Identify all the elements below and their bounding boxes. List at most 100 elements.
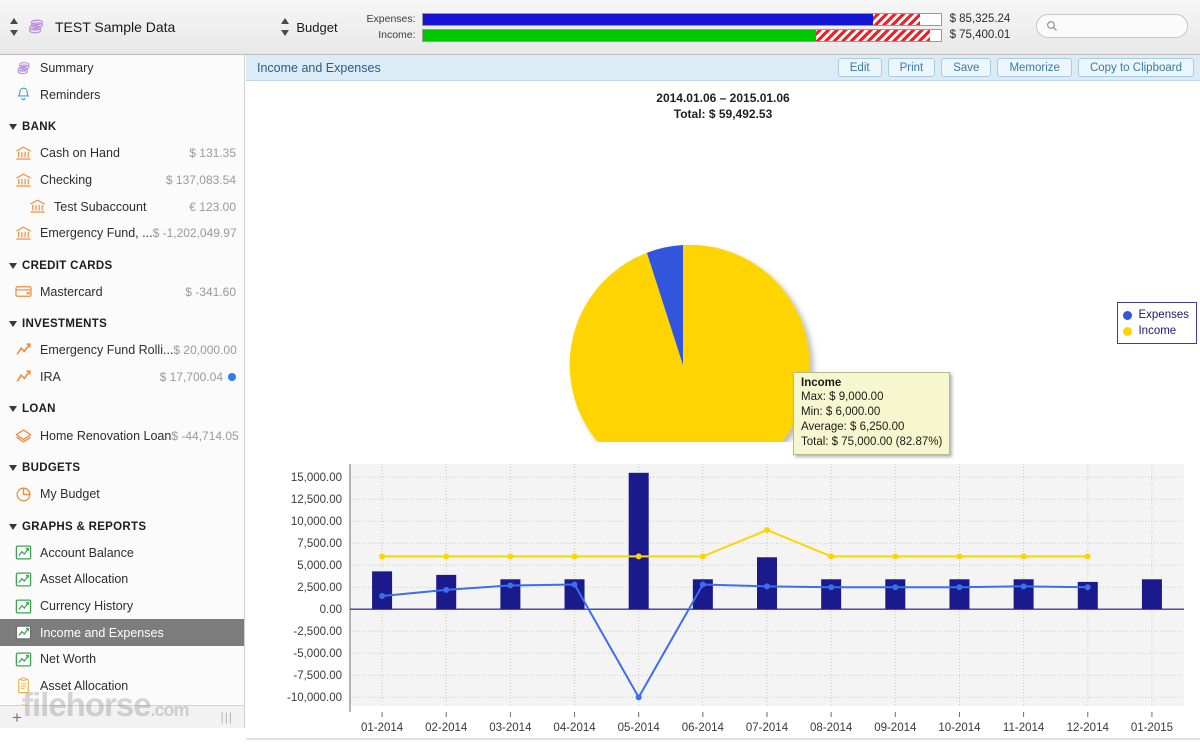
file-stepper-icon[interactable] <box>10 17 19 37</box>
sidebar-item-label: Mastercard <box>40 284 103 299</box>
chart-bar[interactable] <box>757 557 777 610</box>
sidebar-item-summary[interactable]: Summary <box>0 55 244 82</box>
chart-point-income[interactable] <box>507 553 514 560</box>
sidebar-group-investments[interactable]: INVESTMENTS <box>0 311 244 337</box>
chart-point-expenses[interactable] <box>1084 584 1091 591</box>
copy-to-clipboard-button[interactable]: Copy to Clipboard <box>1077 58 1194 77</box>
chart-point-expenses[interactable] <box>443 587 450 594</box>
chart-point-income[interactable] <box>956 553 963 560</box>
expenses-bar-fill <box>422 13 874 25</box>
search-box[interactable] <box>1036 14 1188 38</box>
search-container <box>1036 14 1188 38</box>
x-axis-tick-label: 04-2014 <box>553 722 596 734</box>
sidebar-group-budgets[interactable]: BUDGETS <box>0 455 244 481</box>
resize-grip-icon[interactable]: ||| <box>221 710 233 724</box>
chart-bar[interactable] <box>372 571 393 610</box>
sidebar-item-label: Emergency Fund Rolli... <box>40 343 174 358</box>
search-input[interactable] <box>1063 19 1183 33</box>
legend-item-expenses[interactable]: Expenses <box>1123 307 1189 323</box>
sidebar-item-emergency-fund[interactable]: Emergency Fund, ... $ -1,202,049.97 <box>0 220 244 247</box>
chart-point-income[interactable] <box>699 553 706 560</box>
chart-point-income[interactable] <box>1084 553 1091 560</box>
chart-point-expenses[interactable] <box>892 584 899 591</box>
pie-slice-income[interactable] <box>569 245 810 443</box>
chevron-down-icon <box>9 523 17 530</box>
report-date-range: 2014.01.06 – 2015.01.06 <box>656 91 790 105</box>
sidebar-item-reminders[interactable]: Reminders <box>0 82 244 109</box>
sidebar-item-ira[interactable]: IRA $ 17,700.04 <box>0 364 244 391</box>
y-axis-tick-label: 12,500.00 <box>291 495 342 507</box>
x-axis-tick-label: 11-2014 <box>1003 722 1045 734</box>
chart-point-expenses[interactable] <box>828 584 835 591</box>
chart-point-income[interactable] <box>828 553 835 560</box>
sidebar-item-amount: $ -44,714.05 <box>171 428 239 443</box>
y-axis-tick-label: -10,000.00 <box>287 693 342 705</box>
graph-icon <box>15 599 32 613</box>
legend-item-income[interactable]: Income <box>1123 323 1189 339</box>
budget-bar-row: Income: $ 75,400.01 <box>354 28 1030 42</box>
chevron-down-icon <box>9 406 17 413</box>
chart-point-income[interactable] <box>443 553 450 560</box>
print-button[interactable]: Print <box>887 58 936 77</box>
sidebar-item-test-subaccount[interactable]: Test Subaccount € 123.00 <box>0 193 244 220</box>
chart-point-income[interactable] <box>764 527 770 534</box>
chart-bar[interactable] <box>949 579 970 610</box>
sidebar-item-mastercard[interactable]: Mastercard $ -341.60 <box>0 279 244 306</box>
x-axis-tick-label: 03-2014 <box>489 722 532 734</box>
sidebar-group-loan[interactable]: LOAN <box>0 396 244 422</box>
chart-bar[interactable] <box>628 473 649 610</box>
chart-point-expenses[interactable] <box>764 583 770 590</box>
chart-point-income[interactable] <box>571 553 578 560</box>
file-title[interactable]: TEST Sample Data <box>55 19 175 35</box>
sidebar-item-amount: $ 20,000.00 <box>173 343 237 358</box>
chart-point-expenses[interactable] <box>571 581 578 588</box>
sidebar-group-bank[interactable]: BANK <box>0 114 244 140</box>
chart-point-expenses[interactable] <box>507 582 514 589</box>
sidebar-item-checking[interactable]: Checking $ 137,083.54 <box>0 167 244 194</box>
sidebar-item-net-worth[interactable]: Net Worth <box>0 646 244 673</box>
y-axis-tick-label: -5,000.00 <box>293 649 342 661</box>
x-axis-tick-label: 06-2014 <box>682 722 725 734</box>
x-axis-tick-label: 09-2014 <box>874 722 917 734</box>
budget-stepper-icon[interactable] <box>281 17 290 37</box>
sidebar-item-emergency-fund-rollover[interactable]: Emergency Fund Rolli... $ 20,000.00 <box>0 337 244 364</box>
chart-point-income[interactable] <box>379 553 386 560</box>
sidebar-item-home-renovation-loan[interactable]: Home Renovation Loan $ -44,714.05 <box>0 422 244 449</box>
graph-icon <box>15 652 32 667</box>
add-account-button[interactable]: + <box>12 709 22 726</box>
sidebar-item-asset-allocation-graph[interactable]: Asset Allocation <box>0 566 244 593</box>
income-bar-track <box>421 28 942 42</box>
chart-point-expenses[interactable] <box>379 593 386 600</box>
save-button[interactable]: Save <box>941 58 992 77</box>
sidebar-item-my-budget[interactable]: My Budget <box>0 481 244 508</box>
chart-point-expenses[interactable] <box>635 694 642 701</box>
sidebar-item-currency-history[interactable]: Currency History <box>0 593 244 620</box>
chart-bar[interactable] <box>1141 579 1162 610</box>
memorize-button[interactable]: Memorize <box>997 58 1072 77</box>
budget-selector[interactable]: Budget <box>271 17 338 37</box>
pie-chart[interactable] <box>246 122 1200 443</box>
chart-point-expenses[interactable] <box>699 581 706 588</box>
chart-bar[interactable] <box>821 579 842 610</box>
chart-point-expenses[interactable] <box>1020 583 1027 590</box>
chevron-down-icon <box>9 464 17 471</box>
income-bar-label: Income: <box>378 29 416 41</box>
sidebar-group-label: INVESTMENTS <box>22 318 108 331</box>
graph-icon <box>15 572 32 587</box>
sidebar-group-label: BUDGETS <box>22 461 81 474</box>
sidebar-group-credit-cards[interactable]: CREDIT CARDS <box>0 253 244 279</box>
edit-button[interactable]: Edit <box>837 58 882 77</box>
chart-bar[interactable] <box>885 579 906 610</box>
sidebar-item-income-and-expenses[interactable]: Income and Expenses <box>0 619 244 646</box>
income-expenses-chart[interactable]: 15,000.00 12,500.00 10,000.00 7,500.00 5,000… <box>246 452 1200 751</box>
chart-point-expenses[interactable] <box>956 584 963 591</box>
sidebar-item-label: Asset Allocation <box>40 678 129 693</box>
sidebar-item-cash-on-hand[interactable]: Cash on Hand $ 131.35 <box>0 140 244 167</box>
sidebar-item-asset-allocation-report[interactable]: Asset Allocation <box>0 673 244 700</box>
chart-point-income[interactable] <box>635 553 642 560</box>
y-axis-tick-label: 0.00 <box>320 605 342 617</box>
chart-point-income[interactable] <box>1020 553 1027 560</box>
sidebar-item-account-balance[interactable]: Account Balance <box>0 540 244 567</box>
chart-point-income[interactable] <box>892 553 899 560</box>
sidebar-group-graphs-reports[interactable]: GRAPHS & REPORTS <box>0 514 244 540</box>
